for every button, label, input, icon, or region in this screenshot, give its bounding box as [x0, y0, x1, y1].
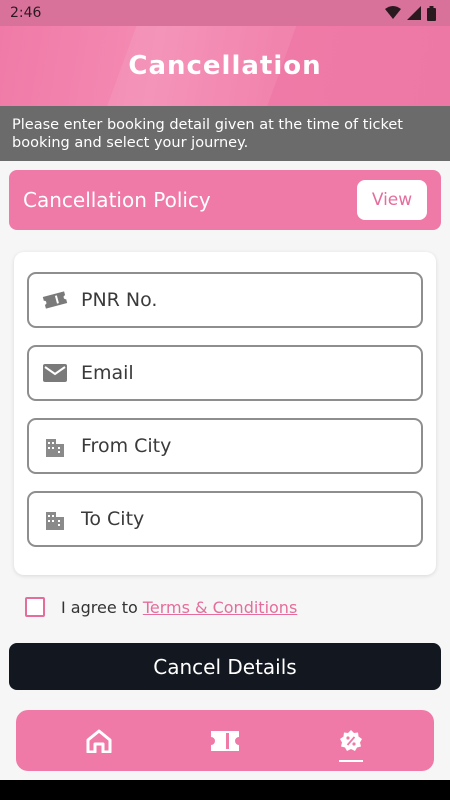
to-city-field[interactable]	[27, 491, 423, 547]
nav-home[interactable]	[69, 716, 129, 766]
nav-offers[interactable]	[321, 716, 381, 766]
city-icon	[41, 432, 69, 460]
to-city-input[interactable]	[81, 508, 401, 530]
status-time: 2:46	[10, 5, 42, 21]
cancel-details-button[interactable]: Cancel Details	[9, 643, 441, 690]
ticket-icon	[211, 730, 239, 751]
pnr-input[interactable]	[81, 289, 401, 311]
info-banner: Please enter booking detail given at the…	[0, 106, 450, 161]
city-icon	[41, 505, 69, 533]
email-field[interactable]	[27, 345, 423, 401]
signal-icon	[407, 6, 421, 20]
wifi-icon	[385, 6, 401, 19]
view-policy-button[interactable]: View	[357, 180, 427, 220]
status-icons	[385, 5, 436, 21]
booking-form	[14, 252, 436, 575]
cancellation-policy-card: Cancellation Policy View	[9, 170, 441, 230]
battery-icon	[427, 5, 436, 21]
from-city-input[interactable]	[81, 435, 401, 457]
ticket-icon	[41, 286, 69, 314]
terms-agree-row: I agree to Terms & Conditions	[25, 596, 297, 618]
active-tab-indicator	[339, 759, 363, 762]
pnr-field[interactable]	[27, 272, 423, 328]
from-city-field[interactable]	[27, 418, 423, 474]
app-header: Cancellation	[0, 26, 450, 106]
status-bar: 2:46	[0, 0, 450, 26]
home-icon	[86, 729, 112, 753]
agree-label: I agree to	[61, 597, 138, 617]
discount-icon	[340, 729, 362, 751]
policy-title: Cancellation Policy	[23, 188, 211, 212]
terms-checkbox[interactable]	[25, 597, 45, 617]
mail-icon	[41, 359, 69, 387]
page-title: Cancellation	[128, 51, 322, 81]
bottom-nav	[16, 710, 434, 771]
terms-link[interactable]: Terms & Conditions	[143, 598, 297, 617]
email-input[interactable]	[81, 362, 401, 384]
nav-tickets[interactable]	[195, 716, 255, 766]
system-gesture-bar	[0, 780, 450, 800]
